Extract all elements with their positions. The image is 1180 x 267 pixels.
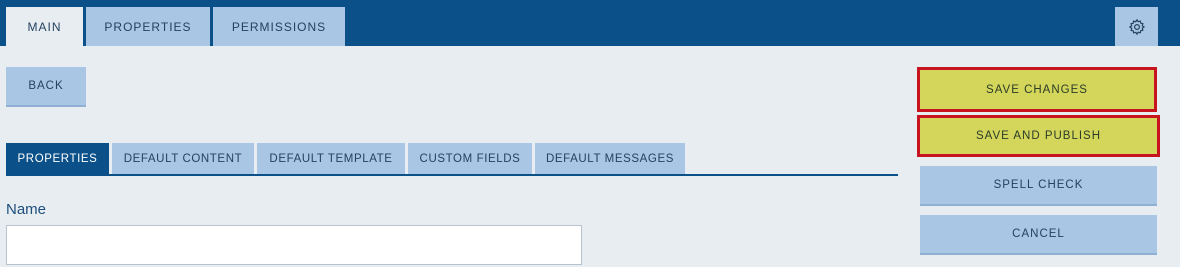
subtab-custom-fields[interactable]: CUSTOM FIELDS <box>408 143 532 174</box>
back-button[interactable]: BACK <box>6 67 86 107</box>
save-changes-button[interactable]: SAVE CHANGES <box>917 67 1157 112</box>
tab-properties[interactable]: PROPERTIES <box>86 7 210 46</box>
name-input[interactable] <box>6 225 582 265</box>
tab-main[interactable]: MAIN <box>6 7 83 46</box>
spell-check-button[interactable]: SPELL CHECK <box>920 166 1157 206</box>
subtab-underline <box>6 174 898 176</box>
subtab-properties[interactable]: PROPERTIES <box>6 143 109 174</box>
subtab-default-template[interactable]: DEFAULT TEMPLATE <box>257 143 405 174</box>
top-nav-bar: MAIN PROPERTIES PERMISSIONS <box>0 0 1180 46</box>
gear-icon <box>1128 18 1145 35</box>
name-field-label: Name <box>6 201 47 218</box>
subtab-default-messages[interactable]: DEFAULT MESSAGES <box>535 143 685 174</box>
save-and-publish-button[interactable]: SAVE AND PUBLISH <box>917 115 1160 157</box>
tab-permissions[interactable]: PERMISSIONS <box>213 7 345 46</box>
subtab-default-content[interactable]: DEFAULT CONTENT <box>112 143 254 174</box>
cancel-button[interactable]: CANCEL <box>920 215 1157 255</box>
settings-button[interactable] <box>1115 7 1158 46</box>
